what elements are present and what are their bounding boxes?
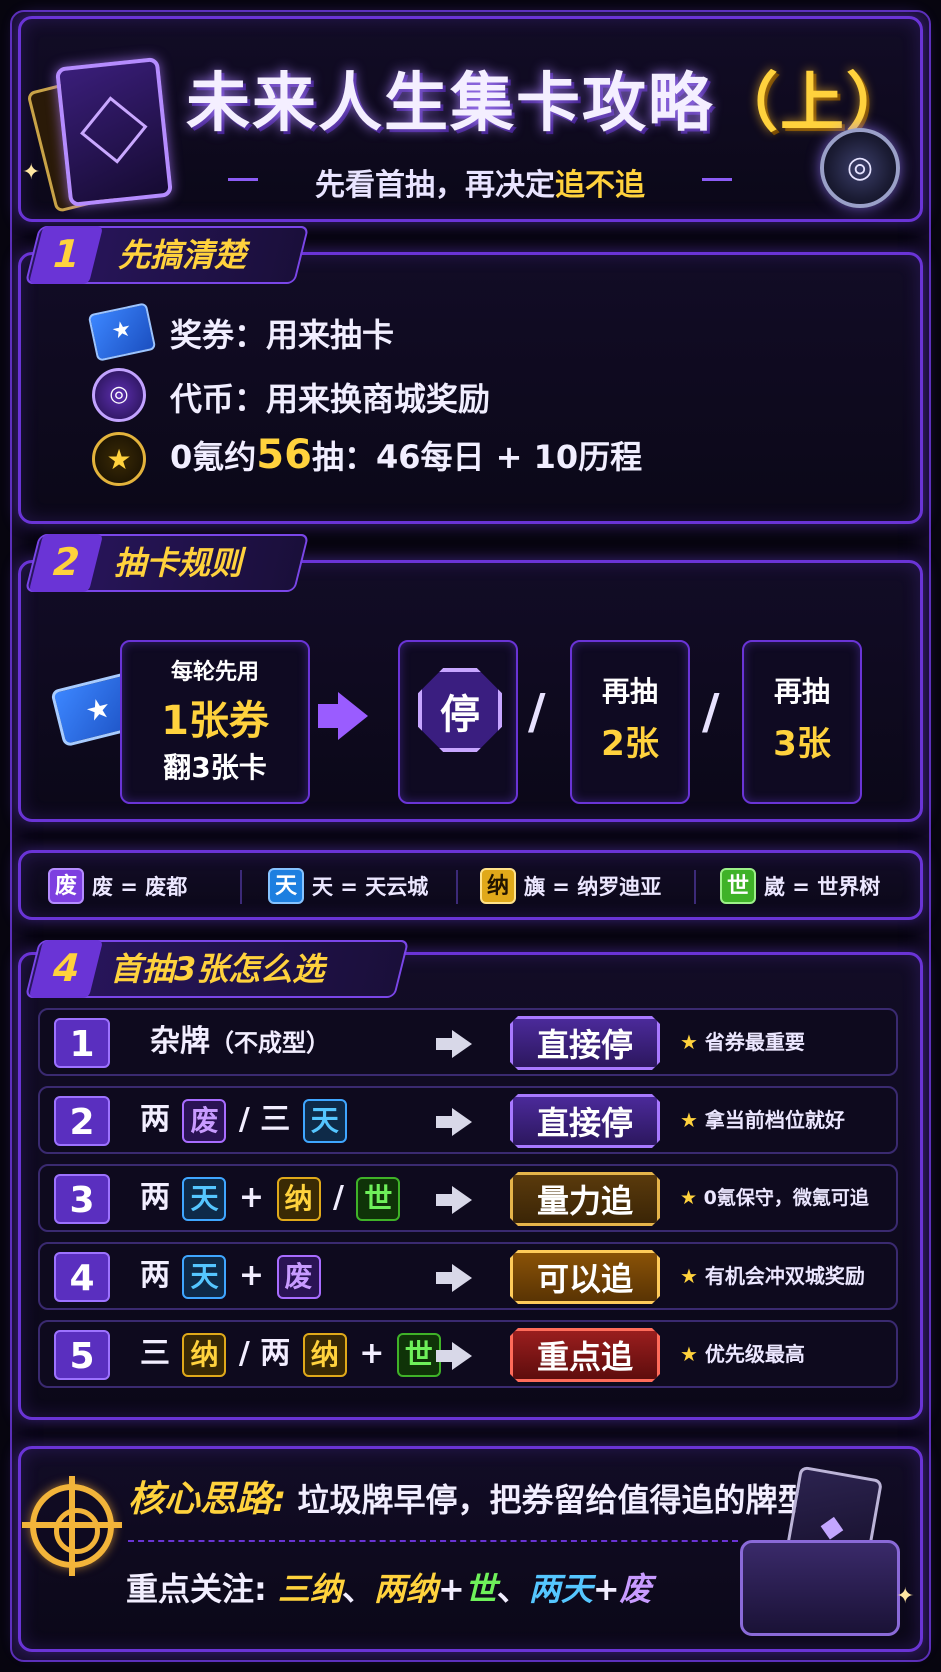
legend-divider: [694, 870, 696, 904]
row-number: 4: [54, 1252, 110, 1302]
rule-draw-three-box: 再抽 3张: [742, 640, 862, 804]
row-combo: 三 纳 / 两 纳 + 世: [140, 1322, 443, 1386]
key-focus: 重点关注: 三纳、两纳+世、两天+废: [126, 1570, 652, 1608]
section-title: 先搞清楚: [118, 236, 247, 274]
legend-divider: [240, 870, 242, 904]
ticket-info: 奖券：用来抽卡: [170, 316, 395, 354]
choice-row: 3 两 天 + 纳 / 世 量力追 ★ 0氪保守，微氪可追: [38, 1164, 898, 1232]
star-icon: ★: [680, 1187, 698, 1209]
action-badge: 直接停: [510, 1016, 660, 1070]
section-title: 抽卡规则: [114, 544, 243, 582]
row-note: ★ 有机会冲双城奖励: [680, 1264, 865, 1288]
stop-label: 停: [440, 692, 480, 738]
arrow-right-icon: [452, 1186, 472, 1214]
page-subtitle: 先看首抽，再决定追不追: [220, 160, 740, 204]
row-combo: 杂牌（不成型）: [150, 1024, 330, 1059]
row-number: 1: [54, 1018, 110, 1068]
card-back-icon: [54, 56, 174, 208]
arrow-right-icon: [338, 692, 368, 740]
core-idea: 核心思路: 垃圾牌早停，把券留给值得追的牌型。: [128, 1479, 842, 1520]
row-note: ★ 0氪保守，微氪可追: [680, 1187, 869, 1209]
star-icon: ★: [680, 1030, 698, 1054]
dashed-divider: [128, 1540, 738, 1542]
divider-slash: /: [528, 684, 546, 740]
token-coin-icon: ◎: [820, 128, 900, 208]
section-title: 首抽3张怎么选: [110, 950, 325, 988]
choice-row: 4 两 天 + 废 可以追 ★ 有机会冲双城奖励: [38, 1242, 898, 1310]
star-icon: ★: [680, 1342, 698, 1366]
choice-row: 5 三 纳 / 两 纳 + 世 重点追 ★ 优先级最高: [38, 1320, 898, 1388]
legend-divider: [456, 870, 458, 904]
row-number: 5: [54, 1330, 110, 1380]
row-combo: 两 天 + 纳 / 世: [140, 1166, 402, 1230]
legend-item-shi: 世崴 = 世界树: [720, 868, 880, 906]
star-icon: ★: [680, 1108, 698, 1132]
action-badge: 可以追: [510, 1250, 660, 1304]
arrow-right-icon: [452, 1342, 472, 1370]
star-icon: ★: [680, 1264, 698, 1288]
token-info: 代币：用来换商城奖励: [170, 380, 491, 418]
sparkle-icon: ✦: [896, 1584, 915, 1609]
star-badge-icon: ★: [92, 432, 146, 486]
row-number: 3: [54, 1174, 110, 1224]
legend-item-na: 纳旟 = 纳罗迪亚: [480, 868, 661, 906]
row-note: ★ 拿当前档位就好: [680, 1108, 845, 1132]
row-combo: 两 天 + 废: [140, 1244, 323, 1308]
row-number: 2: [54, 1096, 110, 1146]
row-note: ★ 优先级最高: [680, 1342, 805, 1366]
divider-slash: /: [702, 684, 720, 740]
rule-draw-two-box: 再抽 2张: [570, 640, 690, 804]
choice-row: 2 两 废 / 三 天 直接停 ★ 拿当前档位就好: [38, 1086, 898, 1154]
page-title: 未来人生集卡攻略（上）: [186, 67, 912, 141]
sparkle-icon: ✦: [22, 160, 41, 185]
row-note: ★ 省券最重要: [680, 1030, 805, 1054]
arrow-right-icon: [452, 1264, 472, 1292]
legend-item-fei: 废废 = 废都: [48, 868, 187, 906]
action-badge: 量力追: [510, 1172, 660, 1226]
action-badge: 直接停: [510, 1094, 660, 1148]
target-icon: [69, 1476, 75, 1576]
arrow-right-icon: [452, 1030, 472, 1058]
row-combo: 两 废 / 三 天: [140, 1088, 349, 1152]
token-coin-icon: ◎: [92, 368, 146, 422]
draw-count-info: 0氪约56抽：46每日 + 10历程: [170, 432, 643, 478]
chest-icon: [740, 1540, 900, 1636]
choice-row: 1 杂牌（不成型） 直接停 ★ 省券最重要: [38, 1008, 898, 1076]
rule-first-draw-box: 每轮先用 1张券 翻3张卡: [120, 640, 310, 804]
arrow-right-icon: [452, 1108, 472, 1136]
action-badge: 重点追: [510, 1328, 660, 1382]
legend-item-tian: 天天 = 天云城: [268, 868, 428, 906]
